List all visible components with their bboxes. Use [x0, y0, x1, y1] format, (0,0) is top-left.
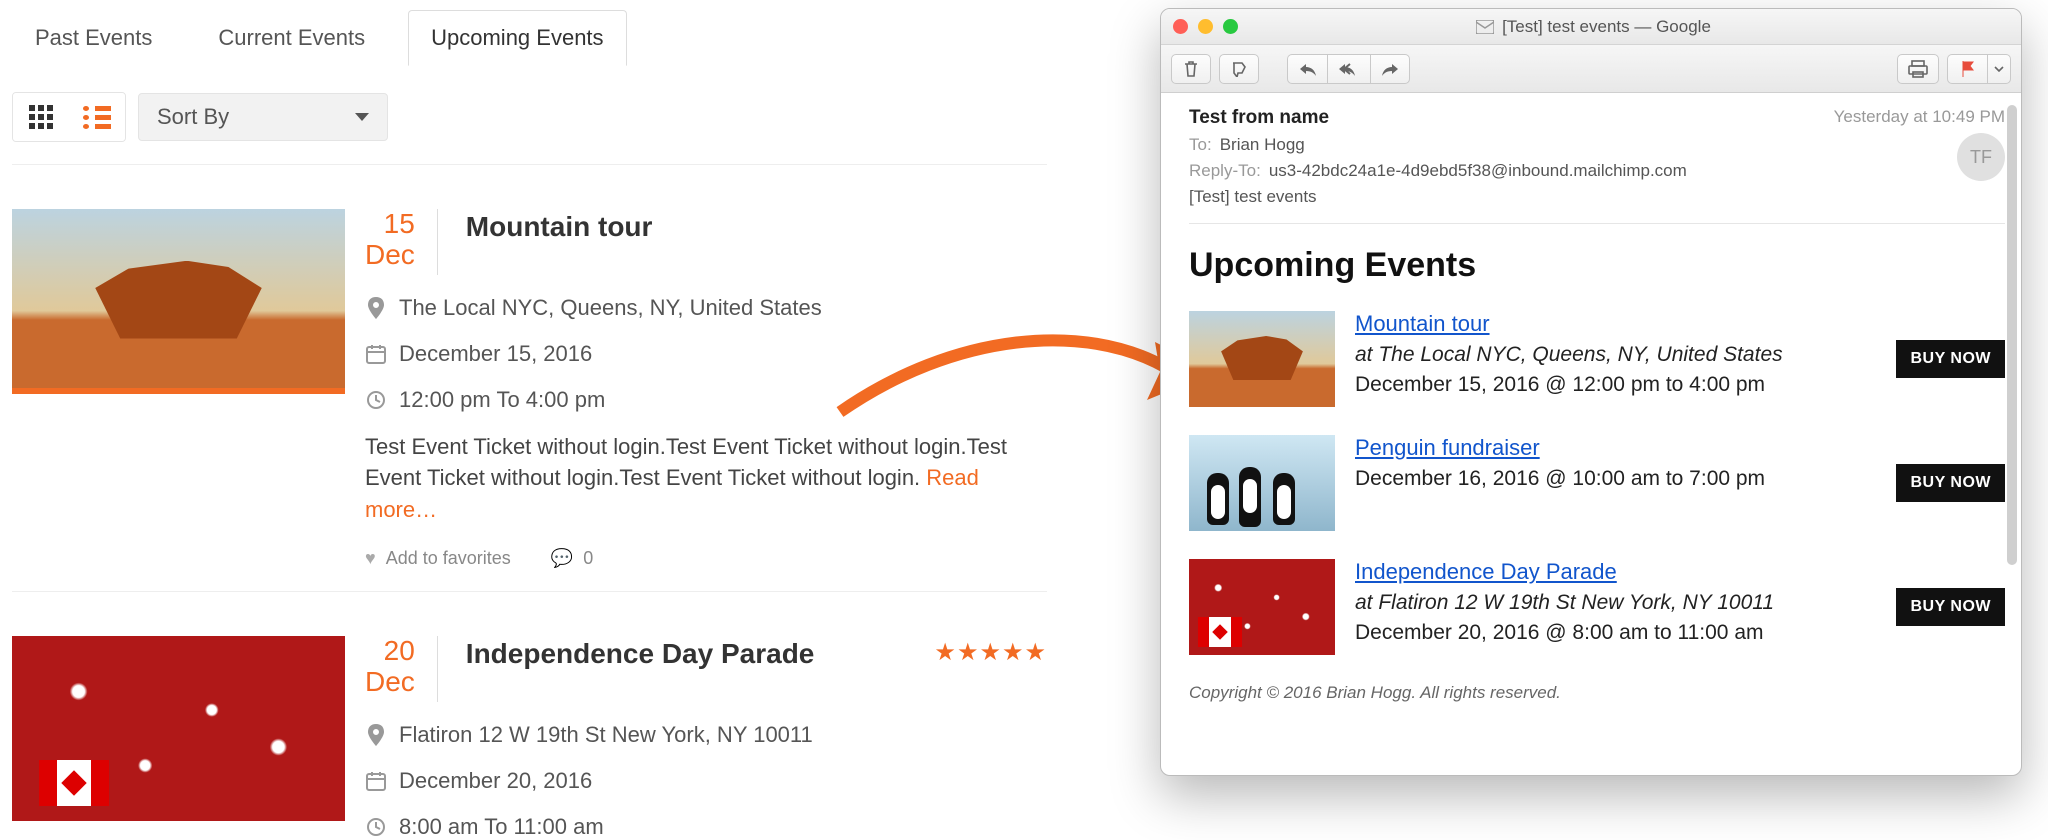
- email-event-title-link[interactable]: Penguin fundraiser: [1355, 435, 1866, 461]
- email-event-location: at Flatiron 12 W 19th St New York, NY 10…: [1355, 591, 1866, 615]
- event-time-line: 8:00 am To 11:00 am: [365, 814, 1047, 840]
- events-listing: Past Events Current Events Upcoming Even…: [12, 0, 1047, 840]
- mail-from: Test from name: [1189, 107, 1834, 129]
- sort-by-label: Sort By: [157, 104, 229, 130]
- email-event-row: Independence Day Parade at Flatiron 12 W…: [1189, 559, 2005, 655]
- mail-body[interactable]: Test from name To:Brian Hogg Reply-To:us…: [1161, 93, 2021, 775]
- email-event-row: Mountain tour at The Local NYC, Queens, …: [1189, 311, 2005, 407]
- email-event-location: at The Local NYC, Queens, NY, United Sta…: [1355, 343, 1866, 367]
- maximize-window-button[interactable]: [1223, 19, 1238, 34]
- reply-button[interactable]: [1287, 54, 1327, 84]
- event-title[interactable]: Mountain tour: [462, 209, 653, 243]
- thumbs-down-icon: [1230, 61, 1248, 77]
- email-event-thumbnail[interactable]: [1189, 559, 1335, 655]
- reply-icon: [1299, 62, 1317, 76]
- grid-icon: [29, 105, 53, 129]
- listing-toolbar: Sort By: [12, 92, 1047, 142]
- buy-now-button[interactable]: BUY NOW: [1896, 588, 2005, 626]
- chevron-down-icon: [1994, 66, 2004, 72]
- event-card-footer: ♥Add to favorites 💬0: [365, 548, 1047, 569]
- email-event-title-link[interactable]: Independence Day Parade: [1355, 559, 1866, 585]
- event-card: 15 Dec Mountain tour The Local NYC, Quee…: [12, 164, 1047, 569]
- add-to-favorites[interactable]: ♥Add to favorites: [365, 548, 511, 569]
- calendar-icon: [365, 343, 387, 365]
- location-pin-icon: [365, 297, 387, 319]
- forward-button[interactable]: [1370, 54, 1410, 84]
- window-title: [Test] test events — Google: [1502, 17, 1711, 37]
- flag-group: [1947, 54, 2011, 84]
- avatar: TF: [1957, 133, 2005, 181]
- calendar-icon: [365, 770, 387, 792]
- reply-all-button[interactable]: [1327, 54, 1370, 84]
- flag-button[interactable]: [1947, 54, 1987, 84]
- email-event-datetime: December 20, 2016 @ 8:00 am to 11:00 am: [1355, 621, 1866, 645]
- mail-subject-line: [Test] test events: [1189, 187, 1834, 207]
- mail-heading: Upcoming Events: [1189, 246, 2005, 285]
- forward-icon: [1381, 62, 1399, 76]
- scrollbar-thumb[interactable]: [2007, 105, 2017, 565]
- tab-past-events[interactable]: Past Events: [12, 10, 175, 66]
- event-location: The Local NYC, Queens, NY, United States: [365, 295, 1047, 321]
- mail-toolbar: [1161, 45, 2021, 93]
- printer-icon: [1908, 60, 1928, 78]
- event-thumbnail[interactable]: [12, 209, 345, 394]
- event-description: Test Event Ticket without login.Test Eve…: [365, 431, 1047, 527]
- heart-icon: ♥: [365, 548, 376, 568]
- event-location: Flatiron 12 W 19th St New York, NY 10011: [365, 722, 1047, 748]
- email-event-thumbnail[interactable]: [1189, 435, 1335, 531]
- buy-now-button[interactable]: BUY NOW: [1896, 340, 2005, 378]
- reply-group: [1287, 54, 1410, 84]
- window-titlebar[interactable]: [Test] test events — Google: [1161, 9, 2021, 45]
- email-event-datetime: December 16, 2016 @ 10:00 am to 7:00 pm: [1355, 467, 1866, 491]
- view-toggle: [12, 92, 126, 142]
- star-rating: ★★★★★: [934, 636, 1047, 667]
- print-button[interactable]: [1897, 54, 1939, 84]
- envelope-icon: [1476, 20, 1494, 34]
- delete-button[interactable]: [1171, 54, 1211, 84]
- list-view-button[interactable]: [69, 93, 125, 141]
- event-date-line: December 20, 2016: [365, 768, 1047, 794]
- email-event-row: Penguin fundraiser December 16, 2016 @ 1…: [1189, 435, 2005, 531]
- junk-button[interactable]: [1219, 54, 1259, 84]
- email-event-datetime: December 15, 2016 @ 12:00 pm to 4:00 pm: [1355, 373, 1866, 397]
- tab-upcoming-events[interactable]: Upcoming Events: [408, 10, 626, 66]
- reply-all-icon: [1338, 62, 1360, 76]
- event-title[interactable]: Independence Day Parade: [462, 636, 815, 670]
- event-date-chip: 20 Dec: [365, 636, 438, 702]
- close-window-button[interactable]: [1173, 19, 1188, 34]
- tab-current-events[interactable]: Current Events: [195, 10, 388, 66]
- list-icon: [83, 106, 111, 129]
- tabs-row: Past Events Current Events Upcoming Even…: [12, 0, 1047, 66]
- email-event-thumbnail[interactable]: [1189, 311, 1335, 407]
- mail-reply-to-line: Reply-To:us3-42bdc24a1e-4d9ebd5f38@inbou…: [1189, 161, 1834, 181]
- grid-view-button[interactable]: [13, 93, 69, 141]
- comments-count[interactable]: 💬0: [551, 548, 593, 569]
- email-copyright: Copyright © 2016 Brian Hogg. All rights …: [1189, 683, 2005, 703]
- divider: [1189, 223, 2005, 224]
- event-date-line: December 15, 2016: [365, 341, 1047, 367]
- mail-timestamp: Yesterday at 10:49 PM: [1834, 107, 2005, 127]
- email-event-title-link[interactable]: Mountain tour: [1355, 311, 1866, 337]
- scrollbar[interactable]: [2005, 105, 2019, 767]
- flag-menu-button[interactable]: [1987, 54, 2011, 84]
- speech-bubble-icon: 💬: [551, 548, 573, 568]
- clock-icon: [365, 389, 387, 411]
- sort-by-dropdown[interactable]: Sort By: [138, 93, 388, 141]
- location-pin-icon: [365, 724, 387, 746]
- mail-to-line: To:Brian Hogg: [1189, 135, 1834, 155]
- mail-window: [Test] test events — Google: [1160, 8, 2022, 776]
- clock-icon: [365, 816, 387, 838]
- window-controls: [1173, 19, 1238, 34]
- event-time-line: 12:00 pm To 4:00 pm: [365, 387, 1047, 413]
- minimize-window-button[interactable]: [1198, 19, 1213, 34]
- flag-icon: [1960, 60, 1976, 78]
- trash-icon: [1183, 60, 1199, 78]
- event-card: 20 Dec Independence Day Parade ★★★★★ Fla…: [12, 591, 1047, 840]
- buy-now-button[interactable]: BUY NOW: [1896, 464, 2005, 502]
- event-date-chip: 15 Dec: [365, 209, 438, 275]
- chevron-down-icon: [355, 113, 369, 121]
